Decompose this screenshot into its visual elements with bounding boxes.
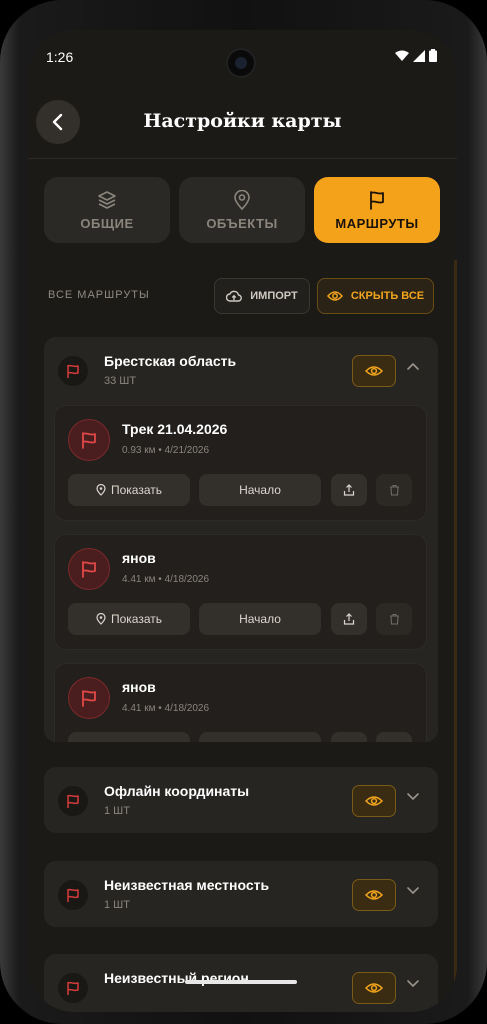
- show-route-label: Показать: [110, 612, 162, 626]
- share-route-button[interactable]: [331, 474, 367, 506]
- group-visibility-toggle[interactable]: [352, 785, 396, 817]
- start-route-button[interactable]: Начало: [199, 603, 321, 635]
- cloud-upload-icon: [226, 290, 243, 302]
- home-indicator[interactable]: [185, 980, 297, 984]
- group-flag-icon: [58, 786, 88, 816]
- route-card: янов 4.41 км • 4/18/2026: [54, 663, 427, 742]
- route-group-offline[interactable]: Офлайн координаты 1 ШТ: [44, 767, 438, 833]
- start-route-label: Начало: [239, 612, 281, 626]
- group-title: Офлайн координаты: [104, 783, 250, 799]
- tab-objects-label: ОБЪЕКТЫ: [206, 215, 278, 231]
- route-meta: 0.93 км • 4/21/2026: [122, 445, 210, 456]
- chevron-up-icon[interactable]: [406, 361, 420, 371]
- share-route-button[interactable]: [331, 732, 367, 742]
- scrollbar[interactable]: [454, 260, 457, 1000]
- group-flag-icon: [58, 880, 88, 910]
- pin-icon: [96, 613, 106, 625]
- route-card: Трек 21.04.2026 0.93 км • 4/21/2026 Пока…: [54, 405, 427, 521]
- chevron-down-icon[interactable]: [406, 791, 420, 801]
- tab-general[interactable]: ОБЩИЕ: [44, 177, 170, 243]
- group-visibility-toggle[interactable]: [352, 972, 396, 1004]
- tab-general-label: ОБЩИЕ: [80, 215, 134, 231]
- chevron-down-icon[interactable]: [406, 978, 420, 988]
- group-title: Брестская область: [104, 353, 237, 369]
- route-flag-icon: [68, 548, 110, 590]
- group-title: Неизвестная местность: [104, 877, 270, 893]
- import-label: ИМПОРТ: [250, 290, 298, 302]
- show-route-label: Показать: [110, 483, 162, 497]
- screen: 1:26 Настройки карты ОБЩИЕ ОБЪЕКТЫ МАРШР…: [28, 30, 457, 1012]
- eye-icon: [365, 983, 383, 993]
- tab-routes-label: МАРШРУТЫ: [335, 215, 419, 231]
- wifi-icon: [395, 50, 409, 61]
- trash-icon: [389, 613, 399, 625]
- layers-icon: [98, 190, 116, 209]
- show-route-button[interactable]: Показать: [68, 474, 190, 506]
- status-icons: [395, 49, 437, 62]
- group-header[interactable]: Неизвестная местность 1 ШТ: [44, 861, 438, 927]
- page-title: Настройки карты: [143, 110, 342, 132]
- chevron-down-icon[interactable]: [406, 885, 420, 895]
- tab-routes[interactable]: МАРШРУТЫ: [314, 177, 440, 243]
- hide-all-button[interactable]: СКРЫТЬ ВСЕ: [317, 278, 434, 314]
- trash-icon: [389, 484, 399, 496]
- group-count: 33 ШТ: [104, 375, 137, 387]
- share-icon: [343, 613, 355, 625]
- route-name: Трек 21.04.2026: [122, 421, 228, 437]
- start-route-label: Начало: [239, 483, 281, 497]
- eye-icon: [365, 890, 383, 900]
- route-name: янов: [122, 550, 156, 566]
- group-visibility-toggle[interactable]: [352, 879, 396, 911]
- battery-icon: [429, 49, 437, 62]
- start-route-button[interactable]: [199, 732, 321, 742]
- route-group-unknown-area[interactable]: Неизвестная местность 1 ШТ: [44, 861, 438, 927]
- hide-all-label: СКРЫТЬ ВСЕ: [350, 290, 425, 302]
- route-meta: 4.41 км • 4/18/2026: [122, 703, 210, 714]
- show-route-button[interactable]: [68, 732, 190, 742]
- delete-route-button[interactable]: [376, 474, 412, 506]
- group-count: 1 ШТ: [104, 899, 130, 911]
- route-meta: 4.41 км • 4/18/2026: [122, 574, 210, 585]
- eye-icon: [365, 366, 383, 376]
- routes-toolbar: ВСЕ МАРШРУТЫ ИМПОРТ СКРЫТЬ ВСЕ: [44, 278, 440, 314]
- phone-frame: 1:26 Настройки карты ОБЩИЕ ОБЪЕКТЫ МАРШР…: [0, 0, 487, 1024]
- route-name: янов: [122, 679, 156, 695]
- signal-icon: [413, 49, 425, 62]
- group-flag-icon: [58, 356, 88, 386]
- group-count: 1 ШТ: [104, 805, 130, 817]
- pin-icon: [234, 189, 250, 210]
- all-routes-label: ВСЕ МАРШРУТЫ: [48, 289, 150, 301]
- header: Настройки карты: [28, 90, 457, 159]
- route-flag-icon: [68, 419, 110, 461]
- eye-icon: [365, 796, 383, 806]
- route-group-brest: Брестская область 33 ШТ Трек 21.04.2026 …: [44, 337, 438, 742]
- group-header[interactable]: Офлайн координаты 1 ШТ: [44, 767, 438, 833]
- front-camera: [226, 48, 256, 78]
- import-button[interactable]: ИМПОРТ: [214, 278, 310, 314]
- share-icon: [343, 484, 355, 496]
- status-bar: 1:26: [28, 30, 457, 78]
- pin-icon: [96, 484, 106, 496]
- show-route-button[interactable]: Показать: [68, 603, 190, 635]
- tab-objects[interactable]: ОБЪЕКТЫ: [179, 177, 305, 243]
- start-route-button[interactable]: Начало: [199, 474, 321, 506]
- eye-icon: [326, 291, 343, 301]
- share-route-button[interactable]: [331, 603, 367, 635]
- status-time: 1:26: [46, 49, 74, 65]
- flag-icon: [370, 190, 384, 210]
- group-flag-icon: [58, 973, 88, 1003]
- route-flag-icon: [68, 677, 110, 719]
- group-visibility-toggle[interactable]: [352, 355, 396, 387]
- group-header[interactable]: Брестская область 33 ШТ: [44, 337, 438, 403]
- delete-route-button[interactable]: [376, 603, 412, 635]
- route-card: янов 4.41 км • 4/18/2026 Показать Начало: [54, 534, 427, 650]
- tab-bar: ОБЩИЕ ОБЪЕКТЫ МАРШРУТЫ: [44, 177, 440, 243]
- delete-route-button[interactable]: [376, 732, 412, 742]
